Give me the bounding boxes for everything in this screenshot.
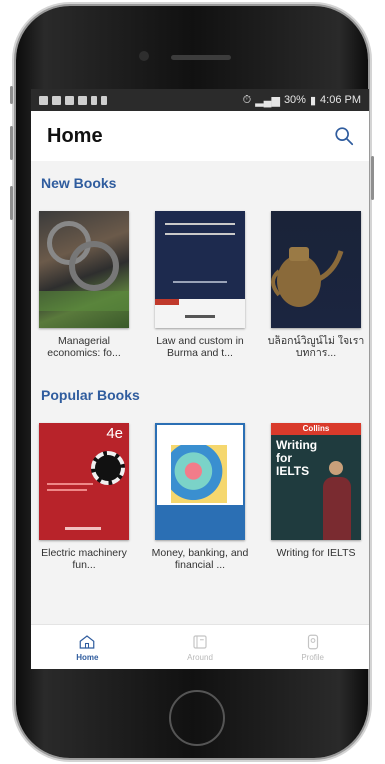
notification-icon [78, 95, 87, 105]
cover-brand: Collins [271, 423, 361, 435]
status-bar: ⏱ ▂▄▆ 30% ▮ 4:06 PM [31, 89, 369, 111]
notification-icon [65, 95, 74, 105]
book-cover[interactable] [155, 423, 245, 540]
search-icon[interactable] [333, 125, 355, 147]
book-cover[interactable]: 4e [39, 423, 129, 540]
status-right: ⏱ ▂▄▆ 30% ▮ 4:06 PM [243, 94, 361, 107]
bottom-navigation: Home Around Profile [31, 624, 369, 669]
notification-icon [91, 95, 97, 105]
library-icon [193, 635, 207, 649]
app-bar: Home [31, 111, 369, 161]
volume-down-button [10, 186, 13, 220]
book-title: Money, banking, and financial ... [151, 547, 249, 571]
section-title-popular-books: Popular Books [41, 387, 140, 403]
section-title-new-books: New Books [41, 175, 117, 191]
home-icon [79, 635, 95, 649]
book-card[interactable]: บล็อกน์วิญูน์ไม่ ใจเรา บทการ... [263, 211, 369, 359]
power-button [371, 156, 374, 200]
book-title: Law and custom in Burma and t... [156, 335, 244, 359]
book-title: บล็อกน์วิญูน์ไม่ ใจเรา บทการ... [267, 335, 365, 359]
nav-around-label: Around [187, 653, 213, 662]
signal-icon: ▂▄▆ [255, 94, 280, 107]
nav-home-label: Home [76, 653, 99, 662]
app-screen: ⏱ ▂▄▆ 30% ▮ 4:06 PM Home New Books Manag… [31, 89, 369, 669]
book-title: Writing for IELTS [276, 547, 356, 559]
hardware-home-button[interactable] [169, 690, 225, 746]
clock: 4:06 PM [320, 94, 361, 106]
nav-profile[interactable]: Profile [256, 625, 369, 669]
alarm-icon: ⏱ [242, 93, 252, 106]
book-cover[interactable] [271, 211, 361, 328]
page-title: Home [47, 124, 103, 147]
notification-icons [39, 95, 107, 105]
notification-icon [39, 95, 48, 105]
profile-icon [307, 634, 318, 650]
front-camera [139, 51, 149, 61]
volume-up-button [10, 126, 13, 160]
book-card[interactable]: 4e Electric machinery fun... [31, 423, 137, 571]
notification-icon [101, 95, 107, 105]
cover-title: Writing for IELTS [276, 438, 318, 478]
nav-around[interactable]: Around [144, 625, 257, 669]
book-cover[interactable] [155, 211, 245, 328]
book-card[interactable]: Collins Writing for IELTS Writing for IE… [263, 423, 369, 571]
book-title: Electric machinery fun... [41, 547, 127, 571]
book-card[interactable]: Managerial economics: fo... [31, 211, 137, 359]
book-title: Managerial economics: fo... [47, 335, 121, 359]
nav-profile-label: Profile [301, 653, 325, 662]
book-cover[interactable]: Collins Writing for IELTS [271, 423, 361, 540]
teapot-illustration [271, 247, 344, 307]
earpiece-speaker [171, 55, 231, 60]
nav-home[interactable]: Home [31, 625, 144, 669]
book-cover[interactable] [39, 211, 129, 328]
edition-label: 4e [106, 425, 123, 442]
book-card[interactable]: Money, banking, and financial ... [147, 423, 253, 571]
book-card[interactable]: Law and custom in Burma and t... [147, 211, 253, 359]
battery-percent: 30% [283, 94, 306, 106]
battery-icon: ▮ [309, 94, 317, 107]
mute-switch [10, 86, 13, 104]
notification-icon [52, 95, 61, 105]
